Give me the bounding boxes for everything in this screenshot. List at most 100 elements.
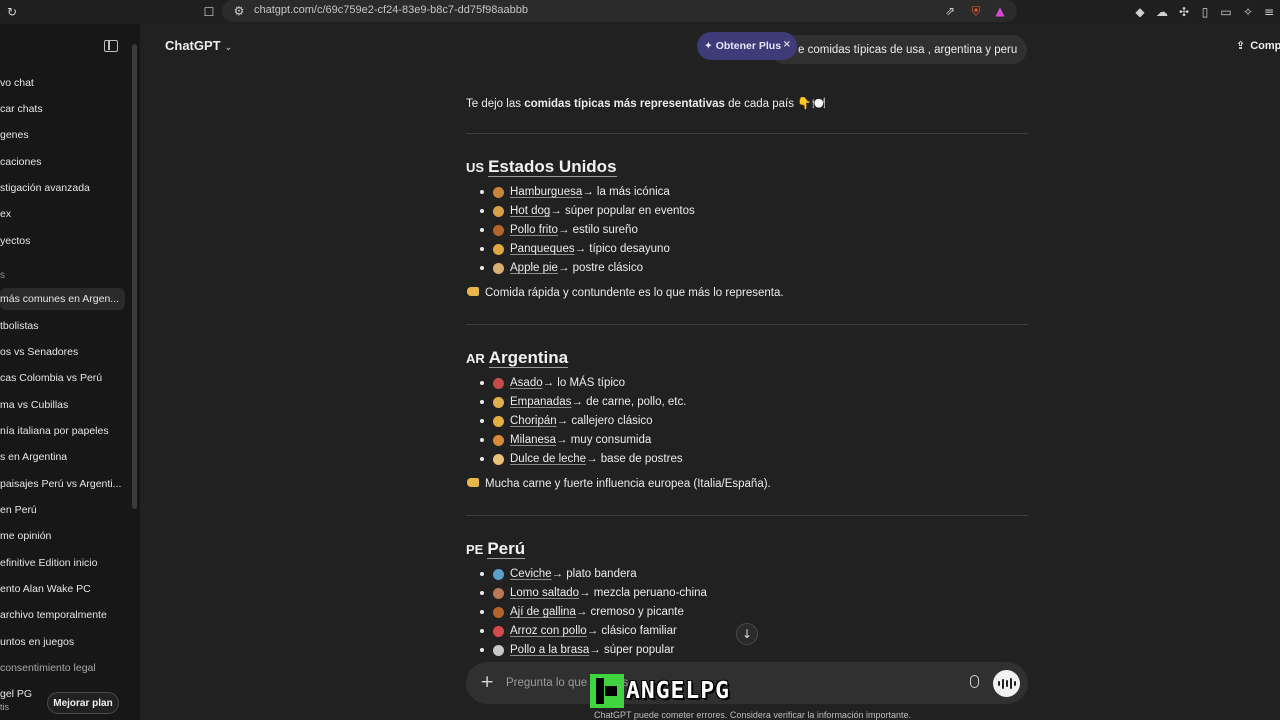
chat-item[interactable]: nía italiana por papeles	[0, 420, 130, 442]
bookmark-icon[interactable]: ☐	[201, 4, 217, 20]
food-emoji-icon	[493, 186, 504, 198]
list-item: Ceviche → plato bandera	[480, 568, 637, 580]
food-emoji-icon	[493, 453, 504, 465]
chat-item[interactable]: ento Alan Wake PC	[0, 578, 130, 600]
food-emoji-icon	[493, 625, 504, 637]
list-item: Pollo frito → estilo sureño	[480, 224, 638, 236]
food-link[interactable]: Ceviche	[510, 568, 552, 580]
chat-item[interactable]: más comunes en Argen...	[0, 288, 125, 310]
food-emoji-icon	[493, 205, 504, 217]
chat-item[interactable]: consentimiento legal	[0, 657, 130, 679]
list-item: Lomo saltado → mezcla peruano-china	[480, 587, 707, 599]
food-emoji-icon	[493, 568, 504, 580]
sidebar-item-new-chat[interactable]: vo chat	[0, 72, 130, 94]
list-item: Asado → lo MÁS típico	[480, 377, 625, 389]
watermark-text: ANGELPG	[626, 678, 730, 704]
watermark-logo-icon	[590, 674, 624, 708]
chat-item[interactable]: paisajes Perú vs Argenti...	[0, 473, 130, 495]
food-emoji-icon	[493, 377, 504, 389]
plus-icon[interactable]: +	[480, 672, 494, 692]
divider	[466, 515, 1028, 516]
chat-item[interactable]: en Perú	[0, 499, 130, 521]
list-item: Apple pie → postre clásico	[480, 262, 643, 274]
chat-item[interactable]: s en Argentina	[0, 446, 130, 468]
sidebar-item-apps[interactable]: caciones	[0, 151, 130, 173]
chat-item[interactable]: me opinión	[0, 525, 130, 547]
chevron-down-icon: ⌄	[224, 43, 233, 53]
disclaimer-text: ChatGPT puede cometer errores. Considera…	[594, 710, 911, 720]
country-note: Mucha carne y fuerte influencia europea …	[467, 478, 771, 490]
leo-ai-icon[interactable]: ✧	[1240, 4, 1256, 20]
food-emoji-icon	[493, 262, 504, 274]
food-link[interactable]: Empanadas	[510, 396, 571, 408]
wallet-icon[interactable]: ▭	[1218, 4, 1234, 20]
list-item: Pollo a la brasa → súper popular	[480, 644, 674, 656]
sidebar-panel-icon[interactable]: ▯	[1197, 4, 1213, 20]
food-emoji-icon	[493, 644, 504, 656]
list-item: Dulce de leche → base de postres	[480, 453, 683, 465]
chat-item[interactable]: ma vs Cubillas	[0, 394, 130, 416]
upgrade-plan-button[interactable]: Mejorar plan	[47, 692, 119, 714]
food-link[interactable]: Panqueques	[510, 243, 575, 255]
sidebar-item-search-chats[interactable]: car chats	[0, 98, 130, 120]
message-composer[interactable]: + Pregunta lo que quieras	[466, 662, 1028, 704]
food-link[interactable]: Pollo a la brasa	[510, 644, 589, 656]
food-link[interactable]: Asado	[510, 377, 543, 389]
food-emoji-icon	[493, 434, 504, 446]
user-message: e comidas típicas de usa , argentina y p…	[770, 35, 1027, 64]
chat-item[interactable]: tbolistas	[0, 315, 130, 337]
chat-item[interactable]: cas Colombia vs Perú	[0, 367, 130, 389]
share-page-icon[interactable]: ⇗	[942, 3, 958, 19]
food-link[interactable]: Dulce de leche	[510, 453, 586, 465]
microphone-icon[interactable]	[970, 675, 979, 688]
list-item: Arroz con pollo → clásico familiar	[480, 625, 677, 637]
model-selector[interactable]: ChatGPT ⌄	[165, 38, 232, 53]
voice-mode-button[interactable]	[993, 670, 1020, 697]
rewards-icon[interactable]: ▲	[992, 3, 1008, 19]
food-link[interactable]: Arroz con pollo	[510, 625, 587, 637]
food-emoji-icon	[493, 415, 504, 427]
food-emoji-icon	[493, 396, 504, 408]
list-item: Ají de gallina → cremoso y picante	[480, 606, 684, 618]
food-emoji-icon	[493, 224, 504, 236]
list-item: Empanadas → de carne, pollo, etc.	[480, 396, 686, 408]
food-link[interactable]: Apple pie	[510, 262, 558, 274]
url-text: chatgpt.com/c/69c759e2-cf24-83e9-b8c7-dd…	[254, 4, 528, 16]
scroll-down-button[interactable]: ↓	[736, 623, 758, 645]
share-button[interactable]: ⇪ Comp	[1236, 39, 1280, 52]
food-link[interactable]: Choripán	[510, 415, 557, 427]
extensions-puzzle-icon[interactable]: ✣	[1176, 4, 1192, 20]
divider	[466, 324, 1028, 325]
sidebar-scrollbar[interactable]	[132, 44, 137, 509]
chat-item[interactable]: archivo temporalmente	[0, 604, 130, 626]
brave-shield-icon[interactable]: ⛨	[968, 3, 984, 19]
food-link[interactable]: Ají de gallina	[510, 606, 576, 618]
food-emoji-icon	[493, 606, 504, 618]
site-info-icon[interactable]: ⚙	[231, 3, 247, 19]
sidebar-item-images[interactable]: genes	[0, 124, 130, 146]
list-item: Choripán → callejero clásico	[480, 415, 653, 427]
get-plus-button[interactable]: ✦ Obtener Plus ×	[697, 32, 797, 60]
food-link[interactable]: Hamburguesa	[510, 186, 582, 198]
sidebar-item-codex[interactable]: ex	[0, 203, 130, 225]
close-icon[interactable]: ×	[783, 39, 791, 50]
reload-icon[interactable]: ↻	[4, 4, 20, 20]
food-link[interactable]: Hot dog	[510, 205, 550, 217]
food-link[interactable]: Pollo frito	[510, 224, 558, 236]
chat-item[interactable]: untos en juegos	[0, 631, 130, 653]
sidebar-toggle-icon[interactable]	[104, 40, 118, 52]
chat-item[interactable]: efinitive Edition inicio	[0, 552, 130, 574]
chat-item[interactable]: os vs Senadores	[0, 341, 130, 363]
food-link[interactable]: Lomo saltado	[510, 587, 579, 599]
sidebar-item-projects[interactable]: yectos	[0, 230, 130, 252]
food-link[interactable]: Milanesa	[510, 434, 556, 446]
extension-diamond-icon[interactable]: ◆	[1132, 4, 1148, 20]
extension-cloud-icon[interactable]: ☁	[1154, 4, 1170, 20]
address-bar[interactable]: ⚙ chatgpt.com/c/69c759e2-cf24-83e9-b8c7-…	[222, 0, 1017, 22]
pointing-hand-icon	[467, 478, 479, 487]
country-heading: US Estados Unidos	[466, 157, 617, 177]
list-item: Panqueques → típico desayuno	[480, 243, 670, 255]
food-emoji-icon	[493, 587, 504, 599]
menu-icon[interactable]: ≡	[1261, 4, 1277, 20]
sidebar-item-deep-research[interactable]: stigación avanzada	[0, 177, 130, 199]
